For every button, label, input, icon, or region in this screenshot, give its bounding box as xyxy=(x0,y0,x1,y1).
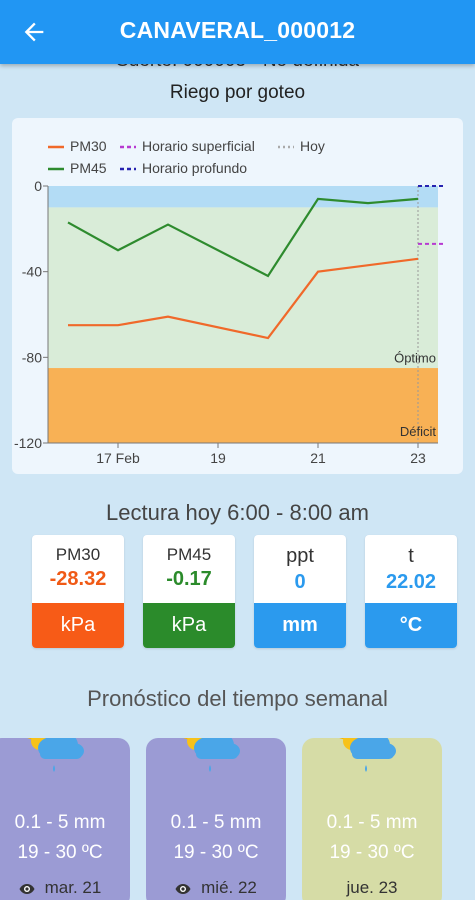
app-bar: CANAVERAL_000012 xyxy=(0,0,475,64)
tile-unit: °C xyxy=(365,603,457,648)
forecast-date-row: mié. 22 xyxy=(146,878,286,898)
legend-label: Horario superficial xyxy=(142,138,255,154)
forecast-day-card[interactable]: 0.1 - 5 mm 19 - 30 ºC mié. 22 xyxy=(146,738,286,900)
y-tick-label: -40 xyxy=(22,264,42,280)
forecast-rain: 0.1 - 5 mm xyxy=(14,812,106,833)
soil-moisture-chart: 0 -40 -80 -120 17 Feb 19 21 23 Óptimo Déficit PM30… xyxy=(14,138,443,466)
eye-icon[interactable] xyxy=(19,883,35,895)
irrigation-type: Riego por goteo xyxy=(169,82,306,103)
y-tick-label: -80 xyxy=(22,349,42,365)
zone-optimal xyxy=(48,207,438,369)
forecast-date: mar. 21 xyxy=(44,878,102,897)
y-tick-label: -120 xyxy=(14,435,42,451)
tile-unit: mm xyxy=(254,603,346,648)
eye-icon[interactable] xyxy=(175,883,191,895)
forecast-temp: 19 - 30 ºC xyxy=(173,842,259,863)
tile-unit: kPa xyxy=(32,603,124,648)
tile-name: PM30 xyxy=(55,545,101,564)
legend-label: Horario profundo xyxy=(142,160,247,176)
sun-cloud-rain-icon xyxy=(183,738,240,772)
x-tick-label: 21 xyxy=(310,450,326,466)
forecast-temp: 19 - 30 ºC xyxy=(17,842,103,863)
legend-label: PM45 xyxy=(70,160,107,176)
legend-label: PM30 xyxy=(70,138,107,154)
x-tick-label: 23 xyxy=(410,450,426,466)
forecast-date: jue. 23 xyxy=(346,878,398,897)
tile-name: ppt xyxy=(286,545,314,567)
reading-title: Lectura hoy 6:00 - 8:00 am xyxy=(106,500,369,525)
tile-value: -28.32 xyxy=(49,568,107,590)
tile-name: PM45 xyxy=(166,545,212,564)
forecast-date-row: jue. 23 xyxy=(302,878,442,898)
y-tick-label: 0 xyxy=(34,178,42,194)
sun-cloud-rain-icon xyxy=(339,738,396,772)
forecast-rain: 0.1 - 5 mm xyxy=(170,812,262,833)
sun-cloud-rain-icon xyxy=(27,738,84,772)
forecast-day-card[interactable]: 0.1 - 5 mm 19 - 30 ºC mar. 21 xyxy=(0,738,130,900)
tile-name: t xyxy=(408,545,414,567)
tile-value: -0.17 xyxy=(166,568,212,590)
forecast-day-card[interactable]: 0.1 - 5 mm 19 - 30 ºC jue. 23 xyxy=(302,738,442,900)
zone-label-deficit: Déficit xyxy=(400,424,437,439)
forecast-temp: 19 - 30 ºC xyxy=(329,842,415,863)
x-tick-label: 17 Feb xyxy=(96,450,140,466)
zone-label-optimal: Óptimo xyxy=(394,350,436,365)
forecast-rain: 0.1 - 5 mm xyxy=(326,812,418,833)
legend-label: Hoy xyxy=(300,138,325,154)
temperature-reading-tile: t 22.02 °C xyxy=(365,535,457,648)
page-title: CANAVERAL_000012 xyxy=(119,17,356,43)
forecast-date: mié. 22 xyxy=(201,878,257,897)
soil-moisture-chart-card: 0 -40 -80 -120 17 Feb 19 21 23 Óptimo Déficit PM30… xyxy=(12,118,463,474)
tile-unit: kPa xyxy=(143,603,235,648)
pm30-reading-tile: PM30 -28.32 kPa xyxy=(32,535,124,648)
tile-value: 22.02 xyxy=(385,571,437,593)
precipitation-reading-tile: ppt 0 mm xyxy=(254,535,346,648)
x-tick-label: 19 xyxy=(210,450,226,466)
tile-value: 0 xyxy=(294,571,306,593)
pm45-reading-tile: PM45 -0.17 kPa xyxy=(143,535,235,648)
forecast-title: Pronóstico del tiempo semanal xyxy=(87,686,388,711)
zone-saturation xyxy=(48,186,438,208)
forecast-date-row: mar. 21 xyxy=(0,878,130,898)
zone-deficit xyxy=(48,368,438,443)
